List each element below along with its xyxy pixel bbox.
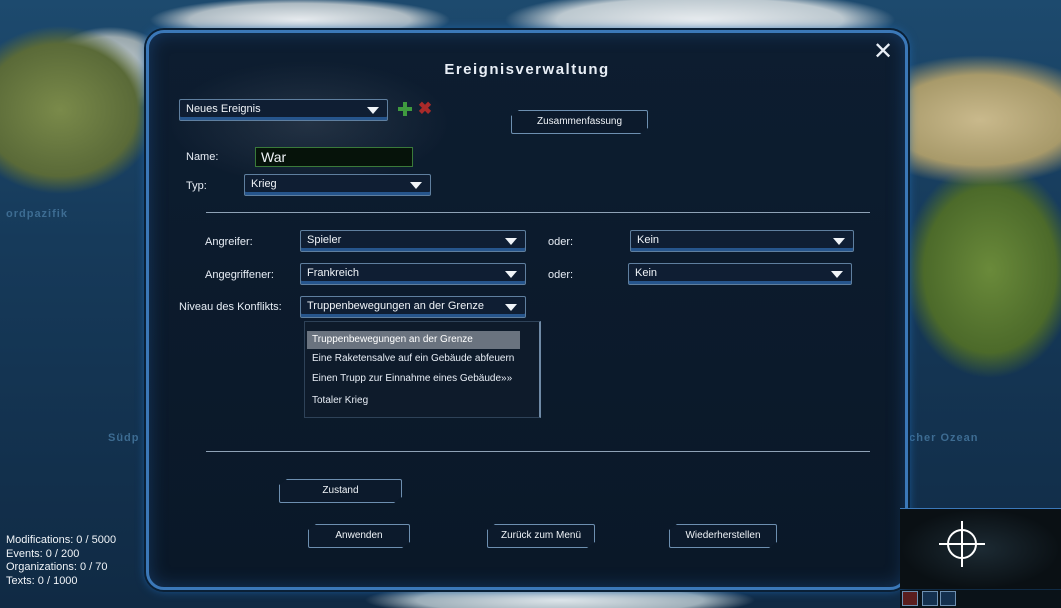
defender-select-value: Frankreich	[307, 267, 359, 279]
attacker-label: Angreifer:	[205, 236, 253, 248]
minimap-toolbar	[900, 590, 1061, 608]
delete-icon[interactable]: ✖	[416, 100, 434, 118]
name-field[interactable]: War	[255, 147, 413, 167]
conflict-options-list: Truppenbewegungen an der Grenze Eine Rak…	[304, 321, 541, 418]
attacker-or-label: oder:	[548, 236, 574, 248]
dialog-title: Ereignisverwaltung	[444, 61, 610, 78]
defender-alt-select[interactable]: Kein	[628, 263, 852, 285]
chevron-down-icon	[505, 304, 517, 311]
type-select-value: Krieg	[251, 178, 277, 190]
map-label: ischer Ozean	[898, 432, 979, 444]
conflict-option[interactable]: Totaler Krieg	[307, 392, 520, 410]
type-label: Typ:	[186, 180, 207, 192]
map-label: ordpazifik	[6, 208, 68, 220]
summary-button[interactable]: Zusammenfassung	[511, 110, 648, 134]
texts-count: Texts: 0 / 1000	[6, 574, 78, 587]
chevron-down-icon	[831, 271, 843, 278]
back-to-menu-button[interactable]: Zurück zum Menü	[487, 524, 595, 548]
mod-stats: Modifications: 0 / 5000 Events: 0 / 200 …	[6, 534, 116, 588]
chevron-down-icon	[410, 182, 422, 189]
event-select-value: Neues Ereignis	[186, 103, 261, 115]
name-label: Name:	[186, 151, 219, 163]
plus-icon[interactable]	[396, 100, 414, 118]
attacker-alt-select[interactable]: Kein	[630, 230, 854, 252]
conflict-label: Niveau des Konflikts:	[179, 301, 282, 313]
chart-icon[interactable]	[922, 591, 938, 606]
event-select[interactable]: Neues Ereignis	[179, 99, 388, 121]
divider	[206, 212, 870, 213]
attacker-select[interactable]: Spieler	[300, 230, 526, 252]
defender-select[interactable]: Frankreich	[300, 263, 526, 285]
conflict-select-value: Truppenbewegungen an der Grenze	[307, 300, 484, 312]
conflict-select[interactable]: Truppenbewegungen an der Grenze	[300, 296, 526, 318]
defender-alt-select-value: Kein	[635, 267, 658, 279]
globe-icon[interactable]	[902, 591, 918, 606]
chevron-down-icon	[505, 238, 517, 245]
crosshair-icon	[939, 521, 985, 567]
chevron-down-icon	[833, 238, 845, 245]
restore-button[interactable]: Wiederherstellen	[669, 524, 777, 548]
modifications-count: Modifications: 0 / 5000	[6, 534, 117, 546]
close-icon[interactable]: ✕	[872, 39, 894, 63]
bars-icon[interactable]	[940, 591, 956, 606]
chevron-down-icon	[505, 271, 517, 278]
type-select[interactable]: Krieg	[244, 174, 431, 196]
apply-button[interactable]: Anwenden	[308, 524, 410, 548]
defender-label: Angegriffener:	[205, 269, 274, 281]
attacker-select-value: Spieler	[307, 234, 342, 246]
events-count: Events: 0 / 200	[6, 547, 80, 560]
conflict-option[interactable]: Einen Trupp zur Einnahme eines Gebäude»»	[307, 370, 520, 388]
conflict-option[interactable]: Truppenbewegungen an der Grenze	[307, 331, 520, 349]
divider	[206, 451, 870, 452]
map-label: Südp	[108, 432, 140, 444]
minimap[interactable]	[900, 508, 1061, 589]
conflict-option[interactable]: Eine Raketensalve auf ein Gebäude abfeue…	[307, 350, 520, 368]
state-button[interactable]: Zustand	[279, 479, 402, 503]
organizations-count: Organizations: 0 / 70	[6, 561, 108, 573]
chevron-down-icon	[367, 107, 379, 114]
attacker-alt-select-value: Kein	[637, 234, 660, 246]
defender-or-label: oder:	[548, 269, 574, 281]
